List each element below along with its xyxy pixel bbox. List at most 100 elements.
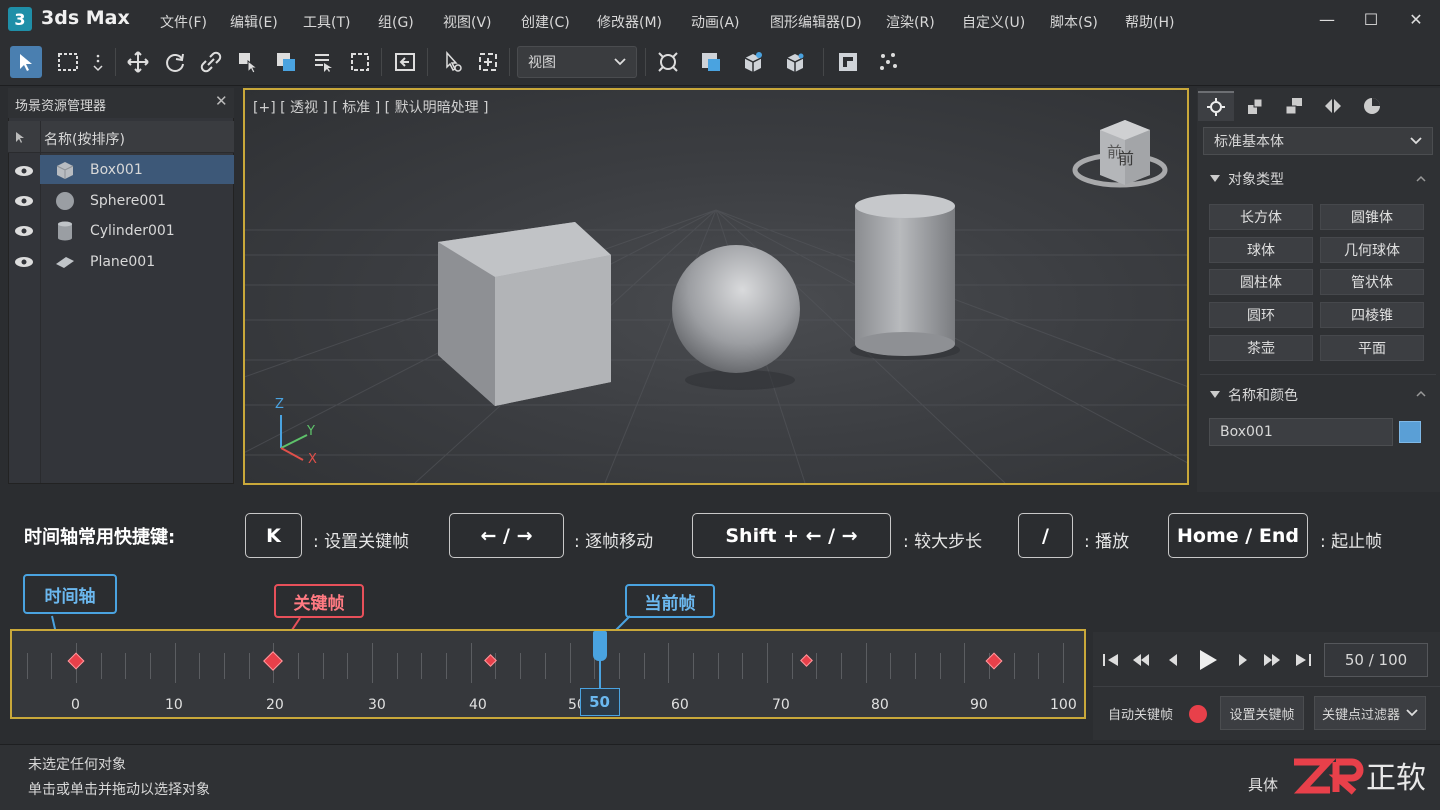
viewport-label-menu[interactable]: [+] [ 透视 ] [ 标准 ] [ 默认明暗处理 ] bbox=[253, 97, 488, 117]
close-button[interactable]: ✕ bbox=[1404, 8, 1428, 30]
play-button[interactable] bbox=[1194, 646, 1222, 674]
torus-create-button[interactable]: 圆环 bbox=[1209, 302, 1313, 328]
snap-button[interactable] bbox=[472, 46, 504, 78]
name-color-title: 名称和颜色 bbox=[1228, 388, 1298, 404]
material-button[interactable] bbox=[695, 46, 727, 78]
object-type-rollout-header[interactable]: 对象类型 bbox=[1200, 164, 1436, 194]
eye-icon[interactable] bbox=[14, 165, 34, 177]
tab-hierarchy[interactable] bbox=[1276, 91, 1312, 121]
tube-create-button[interactable]: 管状体 bbox=[1320, 269, 1424, 295]
cylinder-create-button[interactable]: 圆柱体 bbox=[1209, 269, 1313, 295]
menu-edit[interactable]: 编辑(E) bbox=[230, 12, 278, 32]
window-crossing-button[interactable] bbox=[344, 46, 376, 78]
list-select-icon bbox=[315, 54, 332, 72]
viewport-layout-button[interactable] bbox=[832, 46, 864, 78]
menu-animation[interactable]: 动画(A) bbox=[691, 12, 740, 32]
key-filters-button[interactable]: 关键点过滤器 bbox=[1314, 696, 1426, 730]
tick-label: 10 bbox=[165, 697, 183, 713]
timeline-tick bbox=[890, 653, 892, 679]
eye-icon[interactable] bbox=[14, 256, 34, 268]
perspective-viewport[interactable] bbox=[243, 88, 1189, 485]
region-select-button[interactable] bbox=[52, 46, 84, 78]
go-to-start-button[interactable] bbox=[1100, 650, 1122, 670]
current-frame-field[interactable]: 50 / 100 bbox=[1324, 643, 1428, 677]
select-by-name-button[interactable] bbox=[232, 46, 264, 78]
minimize-button[interactable]: — bbox=[1315, 8, 1339, 30]
object-color-swatch[interactable] bbox=[1399, 421, 1421, 443]
scene-item-cylinder[interactable]: Cylinder001 bbox=[40, 216, 234, 245]
tab-modify[interactable] bbox=[1237, 91, 1273, 121]
primitive-type-select[interactable]: 标准基本体 bbox=[1203, 127, 1433, 155]
axis-x-label: X bbox=[308, 452, 317, 467]
pyramid-create-button[interactable]: 四棱锥 bbox=[1320, 302, 1424, 328]
reference-coordinate-select[interactable]: 视图 bbox=[517, 46, 637, 78]
tab-motion[interactable] bbox=[1315, 91, 1351, 121]
scatter-dots-icon bbox=[880, 53, 897, 70]
go-to-end-button[interactable] bbox=[1292, 650, 1314, 670]
named-selection-button[interactable] bbox=[307, 46, 339, 78]
timeline-tick bbox=[742, 653, 744, 679]
toolbar-divider bbox=[823, 48, 824, 76]
name-color-rollout-header[interactable]: 名称和颜色 bbox=[1200, 380, 1436, 410]
maximize-button[interactable]: ☐ bbox=[1359, 8, 1383, 30]
previous-frame-button[interactable] bbox=[1162, 650, 1184, 670]
scatter-button[interactable] bbox=[873, 46, 905, 78]
rotate-button[interactable] bbox=[159, 46, 191, 78]
scale-button[interactable] bbox=[195, 46, 227, 78]
menu-help[interactable]: 帮助(H) bbox=[1125, 12, 1174, 32]
layer-button[interactable] bbox=[270, 46, 302, 78]
menu-customize[interactable]: 自定义(U) bbox=[962, 12, 1025, 32]
scene-item-box[interactable]: Box001 bbox=[40, 155, 234, 184]
render-cube-icon bbox=[786, 53, 804, 72]
sphere-object[interactable] bbox=[672, 245, 800, 373]
time-slider-handle[interactable] bbox=[592, 631, 607, 661]
scene-item-plane[interactable]: Plane001 bbox=[40, 247, 234, 276]
cylinder-object[interactable] bbox=[855, 206, 955, 344]
menu-tools[interactable]: 工具(T) bbox=[303, 12, 350, 32]
plane-create-button[interactable]: 平面 bbox=[1320, 335, 1424, 361]
tab-create[interactable] bbox=[1198, 91, 1234, 121]
render-setup-button[interactable] bbox=[652, 46, 684, 78]
timeline-tick bbox=[495, 653, 497, 679]
menu-rendering[interactable]: 渲染(R) bbox=[886, 12, 935, 32]
menu-view[interactable]: 视图(V) bbox=[443, 12, 492, 32]
next-key-button[interactable] bbox=[1261, 650, 1283, 670]
eye-icon[interactable] bbox=[14, 195, 34, 207]
select-cursor-icon bbox=[239, 53, 259, 74]
eye-icon[interactable] bbox=[14, 225, 34, 237]
select-object-button[interactable] bbox=[10, 46, 42, 78]
pivot-cursor-icon bbox=[446, 51, 462, 72]
previous-key-button[interactable] bbox=[1130, 650, 1152, 670]
mirror-button[interactable] bbox=[389, 46, 421, 78]
scene-item-sphere[interactable]: Sphere001 bbox=[40, 186, 234, 215]
region-dropdown-button[interactable] bbox=[86, 46, 110, 78]
menu-group[interactable]: 组(G) bbox=[378, 12, 414, 32]
cone-create-button[interactable]: 圆锥体 bbox=[1320, 204, 1424, 230]
toolbar-divider bbox=[509, 48, 510, 76]
menu-file[interactable]: 文件(F) bbox=[160, 12, 207, 32]
menu-create[interactable]: 创建(C) bbox=[521, 12, 570, 32]
timeline-tick bbox=[199, 653, 201, 679]
auto-key-toggle[interactable] bbox=[1189, 705, 1207, 723]
timeline-tick bbox=[766, 643, 768, 683]
menu-graph-editors[interactable]: 图形编辑器(D) bbox=[770, 12, 862, 32]
next-frame-button[interactable] bbox=[1232, 650, 1254, 670]
move-button[interactable] bbox=[122, 46, 154, 78]
scene-explorer-close-button[interactable]: ✕ bbox=[215, 92, 228, 110]
chevron-up-icon[interactable] bbox=[1416, 175, 1426, 182]
box-create-button[interactable]: 长方体 bbox=[1209, 204, 1313, 230]
play-icon bbox=[1200, 650, 1217, 670]
teapot-create-button[interactable]: 茶壶 bbox=[1209, 335, 1313, 361]
chevron-down-icon bbox=[614, 58, 626, 66]
geosphere-create-button[interactable]: 几何球体 bbox=[1320, 237, 1424, 263]
render-frame-button[interactable] bbox=[737, 46, 769, 78]
set-key-button[interactable]: 设置关键帧 bbox=[1220, 696, 1304, 730]
menu-modifiers[interactable]: 修改器(M) bbox=[597, 12, 662, 32]
tab-display[interactable] bbox=[1354, 91, 1390, 121]
render-production-button[interactable] bbox=[779, 46, 811, 78]
pivot-button[interactable] bbox=[437, 46, 469, 78]
sphere-create-button[interactable]: 球体 bbox=[1209, 237, 1313, 263]
object-name-field[interactable]: Box001 bbox=[1209, 418, 1393, 446]
chevron-up-icon[interactable] bbox=[1416, 390, 1426, 397]
menu-scripting[interactable]: 脚本(S) bbox=[1050, 12, 1098, 32]
